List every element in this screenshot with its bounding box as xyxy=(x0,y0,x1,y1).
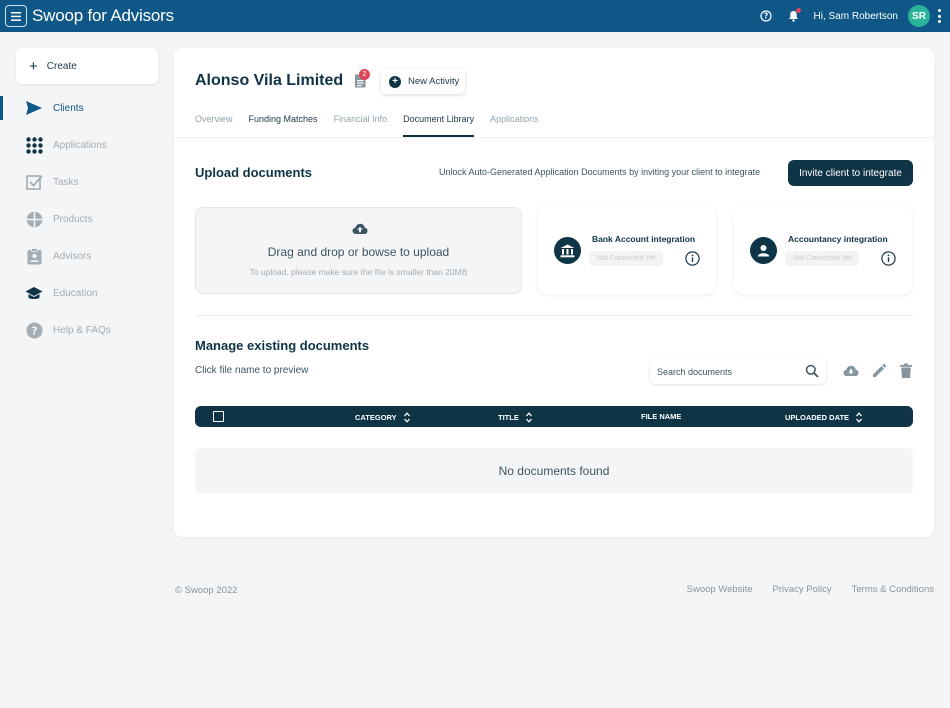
tab-bar: Overview Funding Matches Financial Info … xyxy=(195,114,555,138)
integration-status: Not Connected Yet xyxy=(589,251,664,266)
tab-applications[interactable]: Applications xyxy=(490,114,539,138)
unlock-text: Unlock Auto-Generated Application Docume… xyxy=(439,167,761,177)
accountancy-integration-card[interactable]: Accountancy integration Not Connected Ye… xyxy=(734,207,912,294)
column-label: TITLE xyxy=(498,413,519,422)
clipboard-user-icon xyxy=(25,247,43,265)
avatar[interactable]: SR xyxy=(908,5,930,27)
search-input[interactable] xyxy=(657,364,797,379)
footer-link-terms[interactable]: Terms & Conditions xyxy=(852,584,934,595)
sidebar-item-label: Education xyxy=(53,287,98,299)
preview-hint: Click file name to preview xyxy=(195,365,309,376)
upload-heading: Upload documents xyxy=(195,165,313,180)
info-icon[interactable] xyxy=(685,251,700,266)
upload-dropzone[interactable]: Drag and drop or bowse to upload To uplo… xyxy=(195,207,522,294)
page-title: Alonso Vila Limited xyxy=(195,72,344,89)
sidebar-item-label: Products xyxy=(53,213,93,225)
tab-financial-info[interactable]: Financial Info xyxy=(334,114,388,138)
notifications-button[interactable] xyxy=(786,8,802,24)
help-icon: ? xyxy=(759,10,772,22)
sidebar-item-education[interactable]: Education xyxy=(0,281,170,305)
create-label: Create xyxy=(46,60,77,72)
app-title: Swoop for Advisors xyxy=(32,6,174,25)
tab-document-library[interactable]: Document Library xyxy=(403,114,475,138)
tab-overview[interactable]: Overview xyxy=(195,114,233,138)
sidebar-item-label: Help & FAQs xyxy=(53,324,111,336)
dropzone-title: Drag and drop or bowse to upload xyxy=(267,245,450,259)
sidebar-item-label: Applications xyxy=(53,139,107,151)
pie-icon xyxy=(25,210,43,228)
svg-text:?: ? xyxy=(763,12,767,21)
search-icon[interactable] xyxy=(805,364,819,378)
svg-text:?: ? xyxy=(31,324,37,337)
dropzone-hint: To upload, please make sure the file is … xyxy=(249,267,468,277)
integration-status: Not Connected Yet xyxy=(785,251,860,266)
plus-circle-icon: + xyxy=(389,75,401,88)
menu-button[interactable] xyxy=(5,5,27,27)
notification-dot xyxy=(795,8,801,13)
info-icon[interactable] xyxy=(881,251,896,266)
download-icon[interactable] xyxy=(843,363,859,379)
checkbox-icon xyxy=(25,173,43,191)
graduation-cap-icon xyxy=(25,284,43,302)
sort-icon xyxy=(525,412,532,423)
manage-heading: Manage existing documents xyxy=(195,338,370,353)
column-header-uploaded-date[interactable]: UPLOADED DATE xyxy=(785,412,863,423)
tabs-divider xyxy=(174,137,934,138)
cloud-upload-icon xyxy=(352,223,368,234)
bank-integration-card[interactable]: Bank Account integration Not Connected Y… xyxy=(538,207,716,294)
sidebar-item-advisors[interactable]: Advisors xyxy=(0,244,170,268)
column-label: FILE NAME xyxy=(641,412,682,421)
search-box xyxy=(650,359,826,384)
sidebar-item-help[interactable]: ? Help & FAQs xyxy=(0,318,170,342)
client-card: Alonso Vila Limited 2 + New Activity Ove… xyxy=(174,48,934,537)
plus-icon: + xyxy=(29,57,38,75)
sidebar-item-clients[interactable]: Clients xyxy=(0,96,170,120)
help-button[interactable]: ? xyxy=(758,8,774,24)
sort-icon xyxy=(856,412,863,423)
sort-icon xyxy=(403,412,410,423)
sidebar-item-label: Advisors xyxy=(53,250,92,262)
top-bar: Swoop for Advisors ? Hi, Sam Robertson S… xyxy=(0,0,950,32)
column-label: UPLOADED DATE xyxy=(785,413,850,422)
column-header-file-name[interactable]: FILE NAME xyxy=(641,412,681,421)
sidebar-item-applications[interactable]: Applications xyxy=(0,133,170,157)
new-activity-button[interactable]: + New Activity xyxy=(381,69,465,94)
document-count-badge: 2 xyxy=(359,69,370,80)
sidebar: + Create Clients Applications Tasks Prod… xyxy=(0,32,170,708)
sidebar-item-label: Tasks xyxy=(53,176,79,188)
delete-icon[interactable] xyxy=(898,363,914,379)
footer-links: Swoop Website Privacy Policy Terms & Con… xyxy=(667,584,934,595)
empty-state: No documents found xyxy=(195,448,913,494)
sidebar-item-label: Clients xyxy=(53,102,84,114)
section-divider xyxy=(195,315,913,316)
sidebar-item-tasks[interactable]: Tasks xyxy=(0,170,170,194)
invite-client-button[interactable]: Invite client to integrate xyxy=(788,160,913,186)
column-header-title[interactable]: TITLE xyxy=(498,412,532,423)
kebab-icon[interactable] xyxy=(936,9,942,23)
menu-icon xyxy=(11,11,21,21)
footer-copyright: © Swoop 2022 xyxy=(175,585,238,596)
sidebar-item-products[interactable]: Products xyxy=(0,207,170,231)
column-header-category[interactable]: CATEGORY xyxy=(355,412,410,423)
create-button[interactable]: + Create xyxy=(16,48,158,84)
question-icon: ? xyxy=(25,321,43,339)
grid-icon xyxy=(25,136,43,154)
column-label: CATEGORY xyxy=(355,413,397,422)
new-activity-label: New Activity xyxy=(408,76,460,87)
integration-title: Accountancy integration xyxy=(788,234,888,244)
bank-icon xyxy=(554,237,581,264)
footer-link-website[interactable]: Swoop Website xyxy=(687,584,753,595)
integration-title: Bank Account integration xyxy=(592,234,696,244)
footer-link-privacy[interactable]: Privacy Policy xyxy=(773,584,832,595)
tab-funding-matches[interactable]: Funding Matches xyxy=(249,114,318,138)
user-greeting: Hi, Sam Robertson xyxy=(813,10,898,22)
select-all-checkbox[interactable] xyxy=(213,411,224,422)
table-header: CATEGORY TITLE FILE NAME UPLOADED DATE xyxy=(195,406,913,427)
edit-icon[interactable] xyxy=(871,363,887,379)
user-icon xyxy=(750,237,777,264)
send-icon xyxy=(25,99,43,117)
